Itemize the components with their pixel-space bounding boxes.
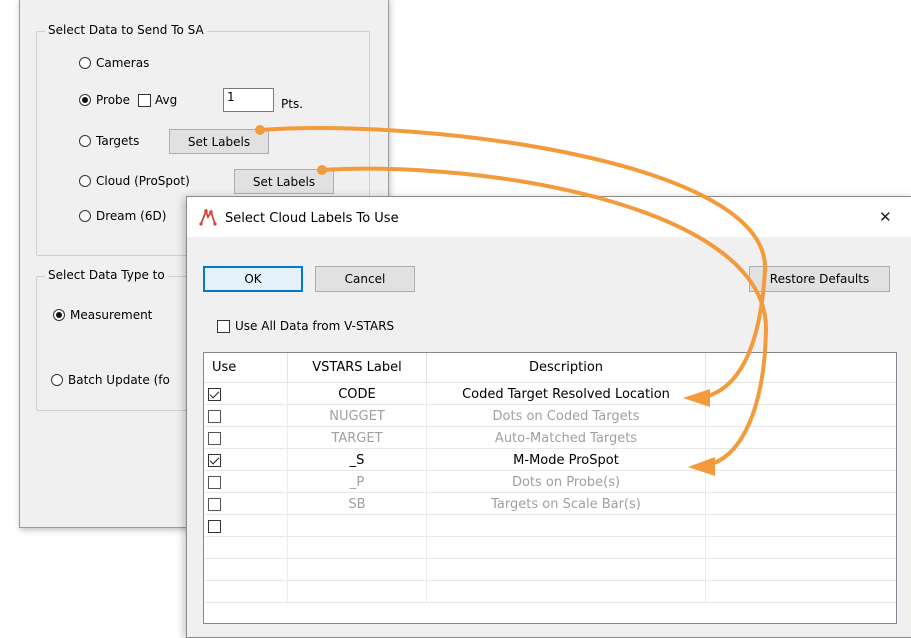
annotation-arrow-s [320, 166, 769, 467]
annotation-arrow-code-head [683, 389, 710, 407]
annotation-arrow-s-head [688, 457, 715, 476]
annotation-arrow-s-start [317, 165, 327, 175]
annotation-arrow-code-start [255, 125, 265, 135]
annotation-arrows [255, 125, 769, 476]
